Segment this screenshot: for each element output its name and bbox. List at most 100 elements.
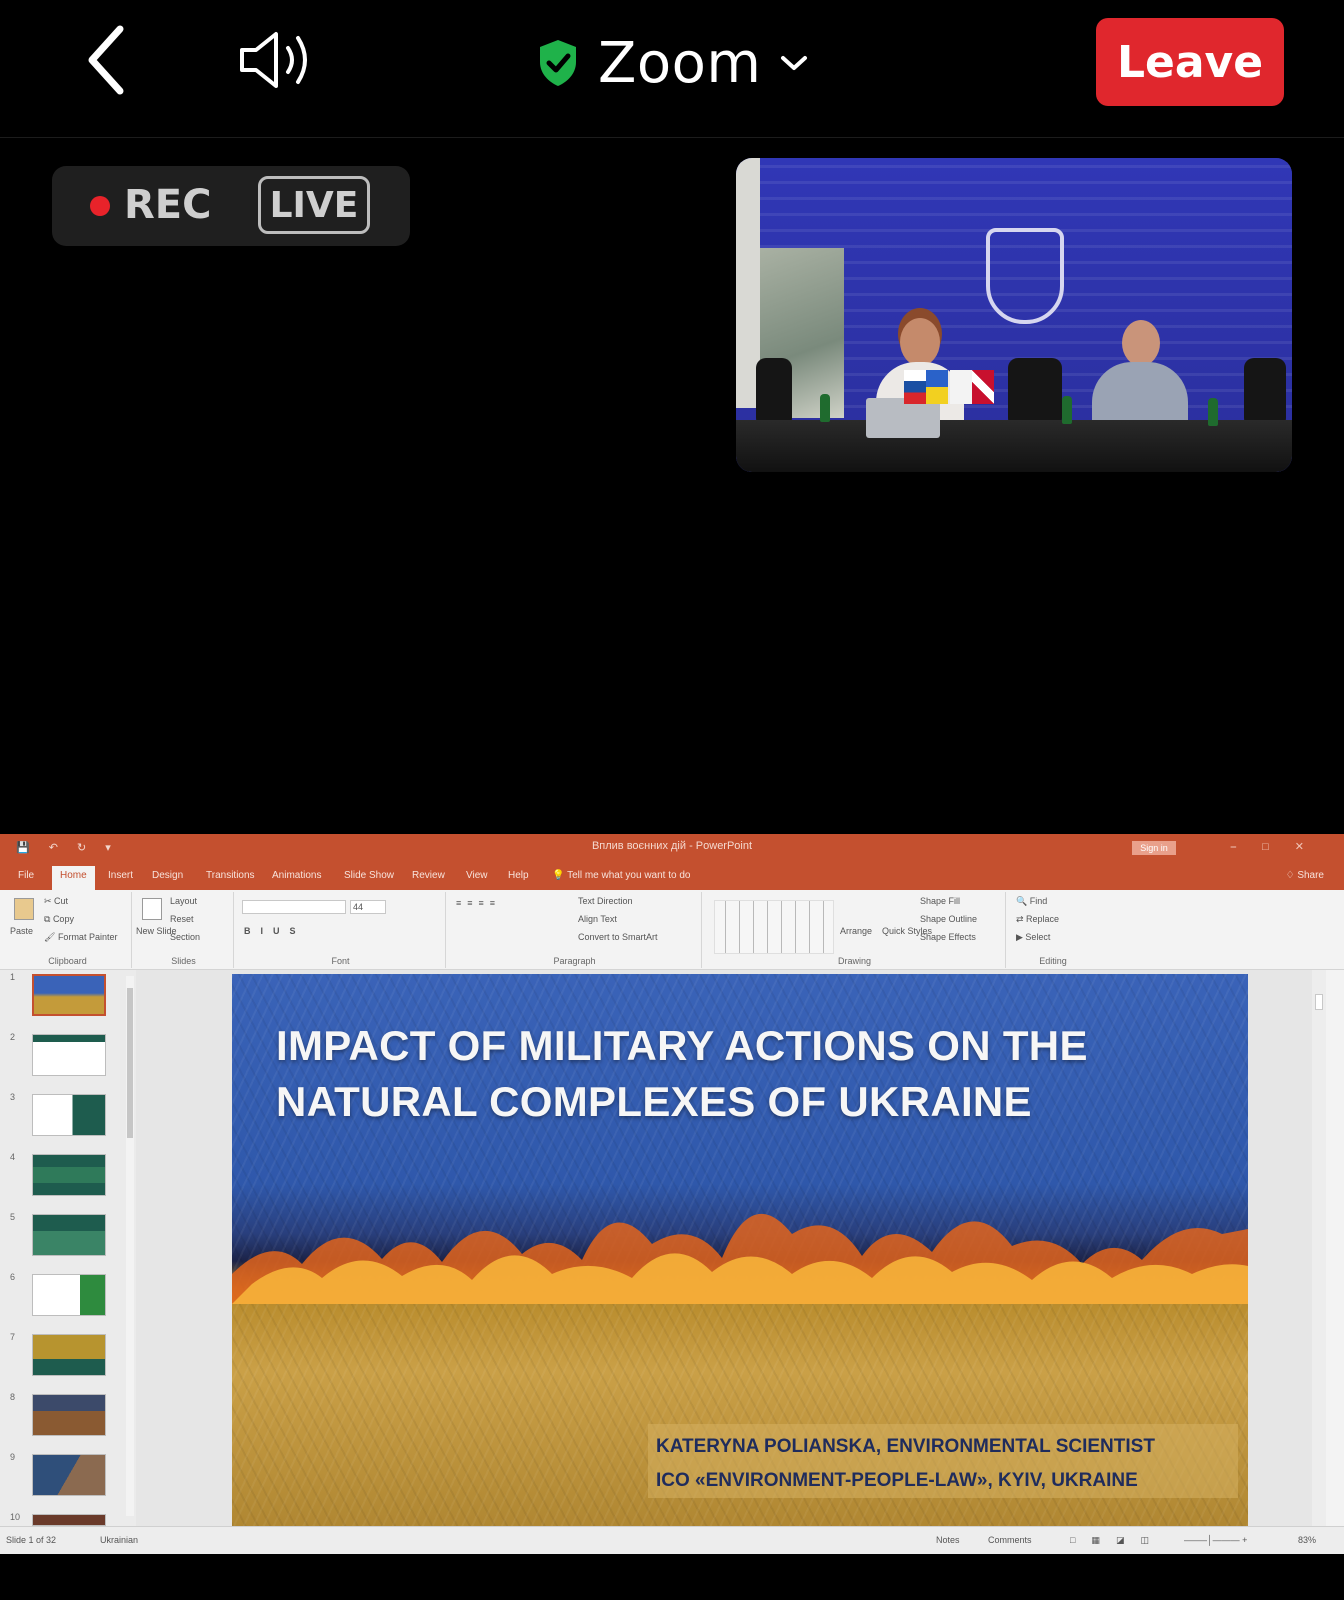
slide-thumbnail[interactable]: 5 (0, 1210, 130, 1262)
list-buttons[interactable]: ≡≡≡≡ (456, 898, 501, 908)
chevron-down-icon (781, 56, 808, 70)
section-button[interactable]: Section (170, 932, 200, 942)
find-button[interactable]: 🔍 Find (1016, 896, 1047, 907)
copy-button[interactable]: ⧉ Copy (44, 914, 74, 925)
thumbnail-image (32, 1334, 106, 1376)
canvas-vertical-scrollbar[interactable] (1312, 970, 1326, 1526)
notes-button[interactable]: Notes (936, 1535, 960, 1545)
shape-fill-button[interactable]: Shape Fill (920, 896, 960, 906)
participant-video-thumbnail[interactable] (736, 158, 1292, 472)
slide-thumbnail[interactable]: 7 (0, 1330, 130, 1382)
tab-help[interactable]: Help (508, 870, 529, 881)
recording-dot-icon (90, 196, 110, 216)
tell-me-search[interactable]: 💡 Tell me what you want to do (552, 870, 690, 881)
slide-thumbnail[interactable]: 1 (0, 970, 130, 1022)
view-buttons[interactable]: □▦◪◫ (1070, 1535, 1165, 1546)
align-text-button[interactable]: Align Text (578, 914, 617, 924)
slide-number: 7 (10, 1332, 16, 1342)
slide-thumbnail[interactable]: 3 (0, 1090, 130, 1142)
ribbon-tabs: File Home Insert Design Transitions Anim… (0, 862, 1344, 890)
language-indicator[interactable]: Ukrainian (100, 1535, 138, 1545)
shared-screen-powerpoint: 💾 ↶ ↻ ▾ Вплив воєнних дій - PowerPoint S… (0, 834, 1344, 1554)
cut-button[interactable]: ✂ Cut (44, 896, 68, 907)
slide-number: 8 (10, 1392, 16, 1402)
slide-number: 5 (10, 1212, 16, 1222)
live-badge: LIVE (258, 176, 370, 234)
author-name: KATERYNA POLIANSKA, ENVIRONMENTAL SCIENT… (656, 1436, 1155, 1457)
rec-live-indicator[interactable]: REC LIVE (52, 166, 410, 246)
reset-button[interactable]: Reset (170, 914, 194, 924)
zoom-top-bar: Zoom Leave (0, 0, 1344, 138)
author-caption-box: KATERYNA POLIANSKA, ENVIRONMENTAL SCIENT… (648, 1424, 1238, 1498)
format-painter-label: Format Painter (57, 932, 118, 942)
shape-outline-button[interactable]: Shape Outline (920, 914, 977, 924)
font-format-buttons[interactable]: BIUS (244, 926, 306, 936)
window-controls[interactable]: ⎯□✕ (1231, 840, 1330, 854)
meeting-title-dropdown[interactable]: Zoom (536, 28, 809, 98)
text-direction-button[interactable]: Text Direction (578, 896, 633, 906)
current-slide[interactable]: IMPACT OF MILITARY ACTIONS ON THE NATURA… (232, 974, 1248, 1526)
layout-button[interactable]: Layout (170, 896, 197, 906)
slide-title-line: IMPACT OF MILITARY ACTIONS ON THE (276, 1022, 1088, 1069)
tab-home[interactable]: Home (52, 866, 95, 890)
font-family-select[interactable] (242, 900, 346, 914)
video-chair (1008, 358, 1062, 428)
zoom-slider[interactable]: –——│——— + (1184, 1535, 1247, 1545)
select-button[interactable]: ▶ Select (1016, 932, 1050, 943)
canvas-scrollbar-thumb[interactable] (1315, 994, 1323, 1010)
arrange-button[interactable]: Arrange (840, 926, 872, 936)
speaker-button[interactable] (236, 24, 320, 96)
slide-thumbnail[interactable]: 2 (0, 1030, 130, 1082)
clipboard-group: Paste ✂ Cut ⧉ Copy 🖌 Format Painter Clip… (4, 892, 132, 968)
drawing-group-label: Drawing (837, 956, 871, 966)
slide-number: 6 (10, 1272, 16, 1282)
shape-effects-button[interactable]: Shape Effects (920, 932, 976, 942)
tab-view[interactable]: View (466, 870, 488, 881)
participant-person (1088, 320, 1192, 432)
slide-number: 9 (10, 1452, 16, 1462)
tab-animations[interactable]: Animations (272, 870, 321, 881)
slide-thumbnail[interactable]: 9 (0, 1450, 130, 1502)
thumbnails-scrollbar-thumb[interactable] (127, 988, 133, 1138)
leave-button[interactable]: Leave (1096, 18, 1284, 106)
select-label: Select (1025, 932, 1051, 942)
thumbnails-scrollbar[interactable] (126, 976, 134, 1516)
paragraph-group-label: Paragraph (553, 956, 596, 966)
rec-label: REC (124, 182, 212, 228)
zoom-level[interactable]: 83% (1298, 1535, 1316, 1545)
find-label: Find (1029, 896, 1048, 906)
replace-button[interactable]: ⇄ Replace (1016, 914, 1059, 925)
shapes-gallery[interactable] (714, 900, 834, 954)
sign-in-button[interactable]: Sign in (1132, 841, 1176, 855)
tab-transitions[interactable]: Transitions (206, 870, 255, 881)
video-chair (1244, 358, 1286, 428)
thumbnail-image (32, 1214, 106, 1256)
tab-insert[interactable]: Insert (108, 870, 133, 881)
slide-count: Slide 1 of 32 (6, 1535, 57, 1545)
tell-me-label: Tell me what you want to do (567, 870, 691, 881)
video-chair (756, 358, 792, 428)
paste-icon[interactable] (14, 898, 34, 920)
font-size-select[interactable]: 44 (350, 900, 386, 914)
video-bottle (820, 394, 830, 422)
shield-check-icon (540, 40, 576, 86)
convert-smartart-button[interactable]: Convert to SmartArt (578, 932, 658, 942)
paste-button[interactable]: Paste (10, 926, 33, 936)
tab-design[interactable]: Design (152, 870, 183, 881)
slide-thumbnail[interactable]: 6 (0, 1270, 130, 1322)
tab-slide-show[interactable]: Slide Show (344, 870, 394, 881)
slide-thumbnail[interactable]: 4 (0, 1150, 130, 1202)
format-painter-button[interactable]: 🖌 Format Painter (44, 932, 117, 943)
back-chevron-icon (88, 25, 124, 95)
slide-number: 4 (10, 1152, 16, 1162)
font-group-label: Font (331, 956, 350, 966)
new-slide-icon[interactable] (142, 898, 162, 920)
slide-thumbnail[interactable]: 8 (0, 1390, 130, 1442)
speaker-icon (240, 32, 307, 88)
back-button[interactable] (76, 22, 136, 98)
slide-thumbnail[interactable]: 10 (0, 1510, 130, 1526)
tab-file[interactable]: File (18, 870, 34, 881)
comments-button[interactable]: Comments (988, 1535, 1032, 1545)
share-button[interactable]: ♢ Share (1286, 870, 1324, 881)
tab-review[interactable]: Review (412, 870, 445, 881)
